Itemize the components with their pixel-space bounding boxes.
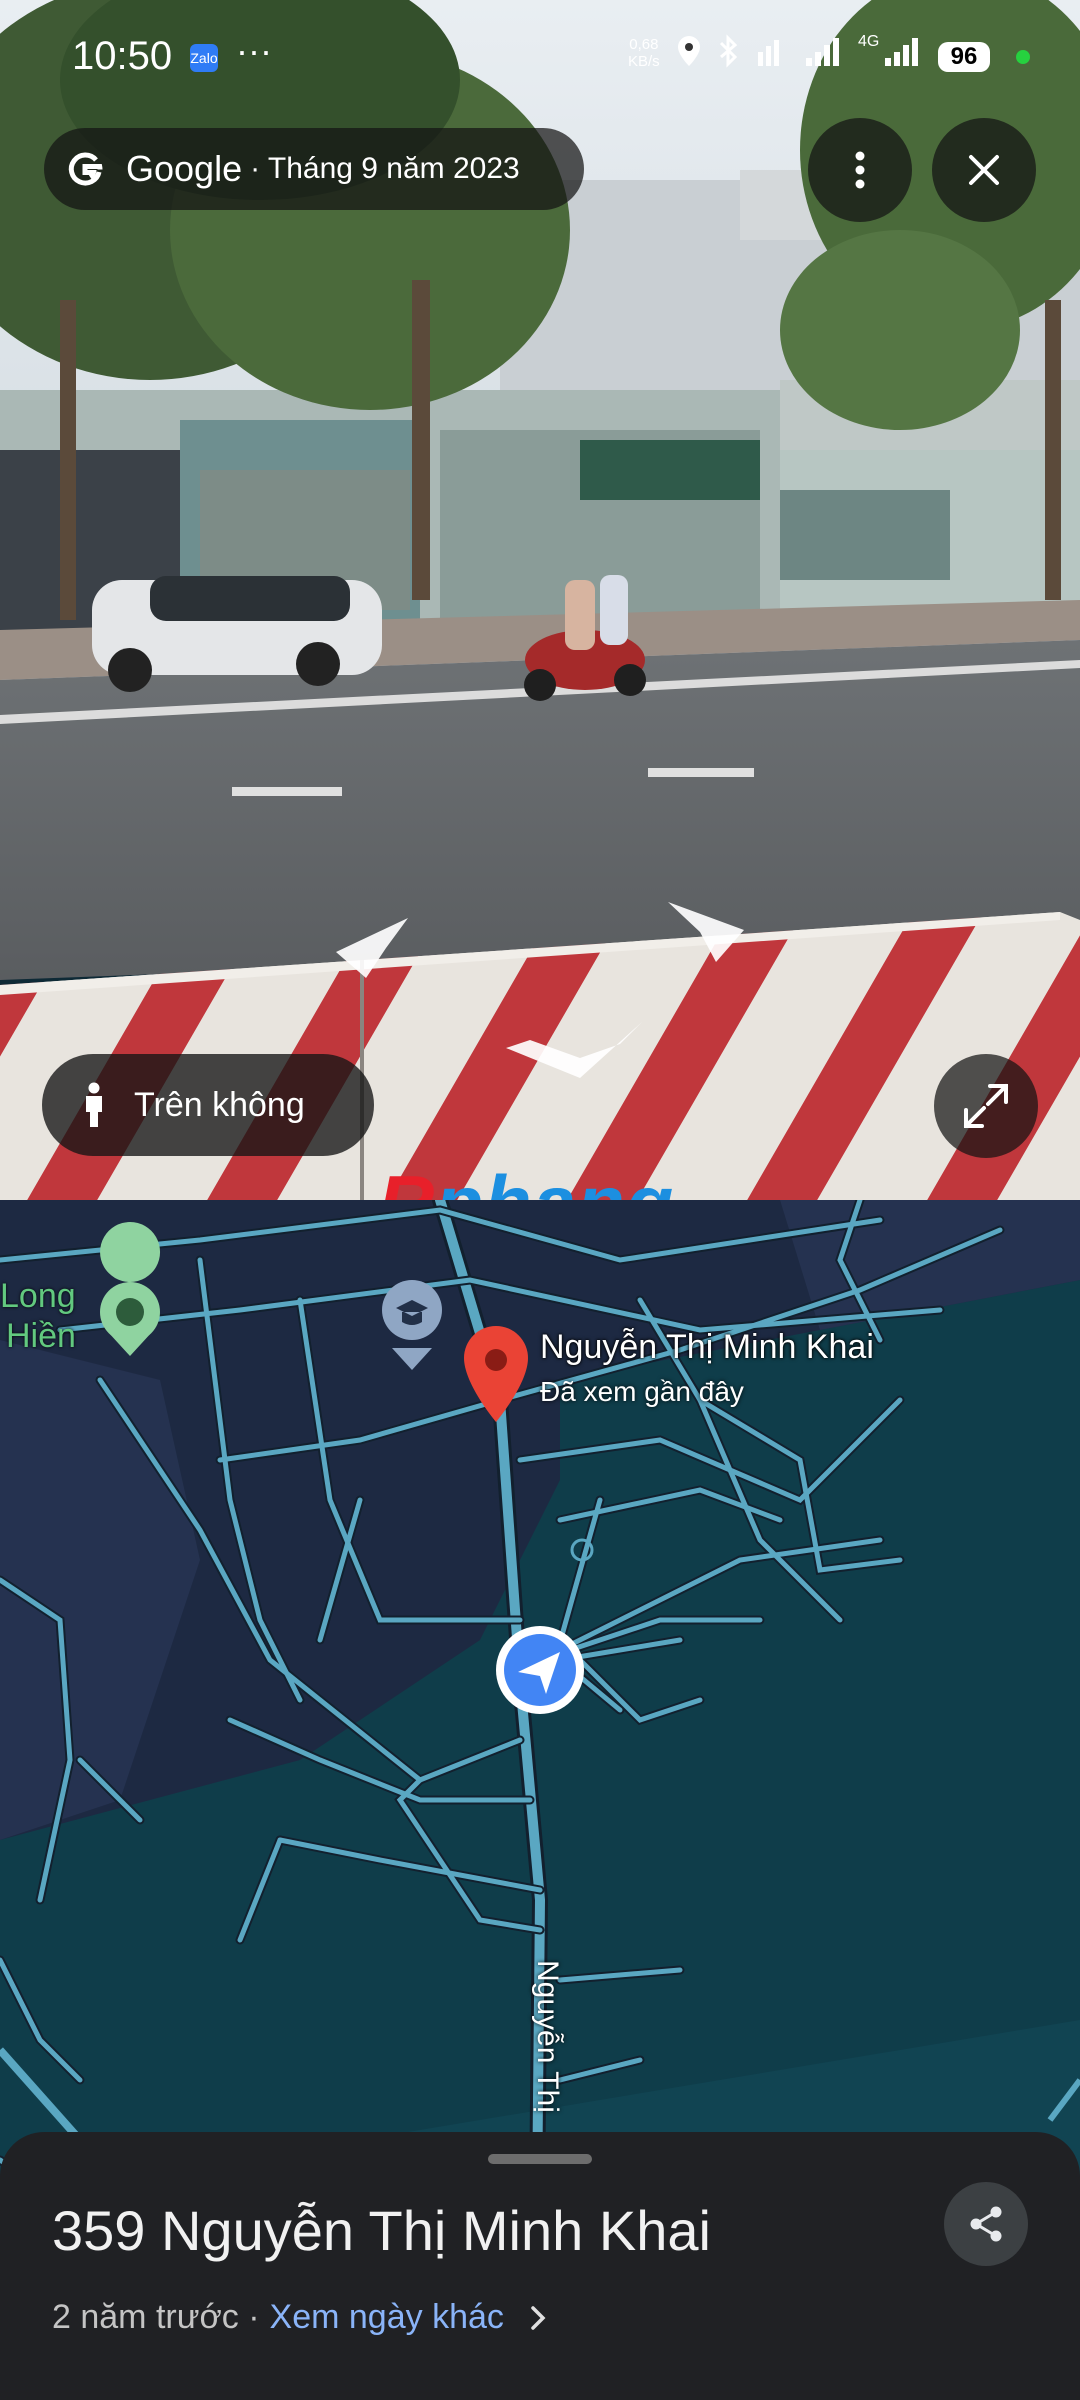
imagery-date: · Tháng 9 năm 2023 bbox=[250, 152, 520, 185]
poi-label-line-2: Hiền bbox=[6, 1317, 76, 1355]
wifi-calling-icon bbox=[758, 40, 779, 66]
network-speed-unit: KB/s bbox=[628, 53, 660, 70]
imagery-age-row: 2 năm trước · Xem ngày khác bbox=[52, 2298, 546, 2337]
network-type: 4G bbox=[858, 33, 880, 50]
time-ago: 2 năm trước · bbox=[52, 2298, 260, 2336]
place-sub-label: Đã xem gần đây bbox=[540, 1376, 744, 1407]
more-vert-icon bbox=[855, 151, 865, 189]
drag-handle[interactable] bbox=[488, 2154, 592, 2164]
poi-label-line-1: Long bbox=[0, 1277, 76, 1315]
aerial-view-button[interactable]: Trên không bbox=[42, 1054, 374, 1156]
poi-label[interactable]: Long Hiền bbox=[0, 1276, 76, 1356]
signal-icon bbox=[806, 38, 839, 66]
more-notifications-icon: ··· bbox=[236, 30, 272, 71]
expand-icon bbox=[964, 1084, 1008, 1128]
status-time: 10:50 bbox=[72, 34, 173, 78]
status-icons: 4G bbox=[676, 33, 923, 68]
privacy-dot-icon bbox=[1016, 50, 1030, 64]
google-g-icon bbox=[68, 152, 103, 186]
network-speed: 0,68 KB/s bbox=[628, 36, 660, 70]
zalo-notification-icon: Zalo bbox=[190, 44, 218, 72]
close-button[interactable] bbox=[932, 118, 1036, 222]
google-brand-label: Google bbox=[126, 148, 243, 189]
aerial-view-label: Trên không bbox=[134, 1085, 305, 1124]
chevron-right-icon[interactable] bbox=[530, 2305, 546, 2331]
battery-indicator: 96 bbox=[938, 42, 990, 72]
share-button[interactable] bbox=[944, 2182, 1028, 2266]
person-icon bbox=[86, 1082, 102, 1127]
close-icon bbox=[969, 155, 999, 185]
share-icon bbox=[970, 2206, 1002, 2242]
expand-button[interactable] bbox=[934, 1054, 1038, 1158]
bluetooth-icon bbox=[719, 34, 738, 68]
imagery-info-pill[interactable]: Google · Tháng 9 năm 2023 bbox=[44, 128, 584, 210]
place-name-label[interactable]: Nguyễn Thị Minh Khai bbox=[540, 1328, 874, 1367]
more-options-button[interactable] bbox=[808, 118, 912, 222]
network-speed-value: 0,68 bbox=[629, 36, 659, 53]
other-dates-link[interactable]: Xem ngày khác bbox=[270, 2298, 504, 2337]
street-name-label: Nguyễn Thị bbox=[531, 1960, 564, 2113]
status-bar: 10:50 Zalo ··· 0,68 KB/s 4G 96 bbox=[0, 0, 1080, 110]
bottom-sheet[interactable]: 359 Nguyễn Thị Minh Khai 2 năm trước · X… bbox=[0, 2132, 1080, 2400]
address-title: 359 Nguyễn Thị Minh Khai bbox=[52, 2199, 711, 2262]
signal-2-icon bbox=[885, 38, 919, 66]
location-status-icon bbox=[678, 36, 700, 66]
navigation-arrow-icon[interactable] bbox=[496, 1626, 584, 1714]
